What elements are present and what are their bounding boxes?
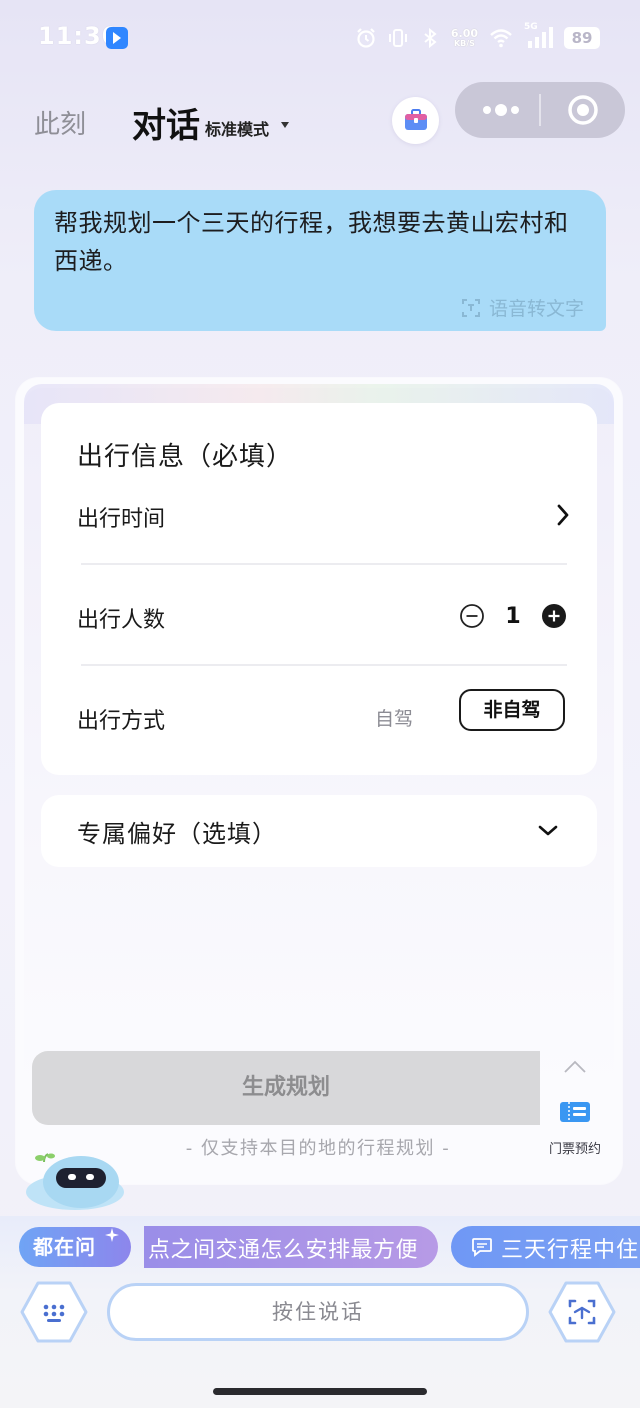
app-header: 此刻 对话 标准模式 — [0, 76, 640, 172]
alarm-icon — [357, 28, 375, 48]
home-indicator[interactable] — [213, 1388, 427, 1395]
wifi-icon — [490, 29, 512, 48]
close-target-icon[interactable] — [567, 94, 599, 126]
suggested-question-text: 点之间交通怎么安排最方便 — [148, 1238, 419, 1263]
vibrate-icon — [388, 29, 407, 47]
caret-down-icon[interactable] — [281, 122, 289, 128]
chat-bubble-icon — [472, 1238, 492, 1257]
network-speed-value: 6.00 — [450, 27, 478, 40]
traveler-count-stepper: 1 — [459, 598, 567, 634]
battery-indicator: 89 — [564, 27, 600, 49]
tab-now[interactable]: 此刻 — [34, 104, 86, 141]
network-speed: 6.00 KB/S — [451, 28, 478, 48]
traveler-count-value: 1 — [505, 603, 521, 629]
suggested-trip-chip[interactable]: 三天行程中住 — [451, 1226, 640, 1268]
toolbox-icon — [405, 109, 427, 130]
capsule-divider — [539, 94, 541, 126]
travel-time-label: 出行时间 — [77, 507, 166, 532]
mode-option-non-self-drive[interactable]: 非自驾 — [459, 689, 565, 731]
scan-icon[interactable] — [548, 1280, 616, 1344]
minus-icon[interactable] — [459, 603, 485, 629]
sparkle-icon — [105, 1228, 119, 1242]
status-icons: 6.00 KB/S 5G 89 — [355, 22, 600, 52]
app-notification-icon — [106, 27, 128, 49]
chevron-up-icon[interactable] — [563, 1059, 587, 1075]
divider — [81, 664, 567, 666]
suggested-question-chip[interactable]: 点之间交通怎么安排最方便 — [144, 1226, 438, 1268]
status-bar: 11:30 6.00 KB/S 5G 89 — [0, 0, 640, 76]
trip-info-panel: 出行信息（必填） 出行时间 出行人数 1 出行方式 自驾 非自驾 — [41, 403, 597, 775]
voice-to-text-icon — [461, 298, 480, 317]
bluetooth-icon — [424, 27, 437, 49]
travel-mode-row: 出行方式 自驾 非自驾 — [77, 689, 567, 737]
plus-icon[interactable] — [541, 603, 567, 629]
more-options-icon[interactable] — [479, 99, 523, 121]
chevron-down-icon — [538, 825, 558, 836]
robot-mascot-icon[interactable] — [24, 1152, 126, 1210]
user-message-text: 帮我规划一个三天的行程，我想要去黄山宏村和西递。 — [54, 209, 569, 275]
chevron-right-icon — [557, 504, 569, 526]
hold-to-talk-button[interactable]: 按住说话 — [107, 1283, 529, 1341]
ticket-icon[interactable] — [560, 1101, 590, 1123]
suggested-trip-text: 三天行程中住 — [501, 1238, 640, 1263]
preference-title: 专属偏好（选填） — [77, 820, 277, 848]
travel-mode-label: 出行方式 — [77, 709, 166, 734]
cell-signal-icon: 5G — [524, 22, 554, 50]
keyboard-icon[interactable] — [20, 1280, 88, 1344]
everyone-asking-label: 都在问 — [33, 1235, 96, 1259]
tab-chat[interactable]: 对话 — [132, 98, 200, 147]
user-message-bubble: 帮我规划一个三天的行程，我想要去黄山宏村和西递。 语音转文字 — [34, 190, 606, 331]
traveler-count-label: 出行人数 — [77, 608, 166, 633]
voice-to-text-label: 语音转文字 — [488, 298, 584, 320]
mode-selector[interactable]: 标准模式 — [205, 116, 269, 140]
divider — [81, 563, 567, 565]
preference-panel[interactable]: 专属偏好（选填） — [41, 795, 597, 867]
traveler-count-row: 出行人数 1 — [77, 596, 567, 636]
voice-to-text-button[interactable]: 语音转文字 — [461, 294, 584, 321]
toolbox-button[interactable] — [392, 97, 439, 144]
network-speed-unit: KB/S — [453, 39, 475, 48]
generate-plan-button[interactable]: 生成规划 — [32, 1051, 540, 1125]
mode-option-self-drive[interactable]: 自驾 — [375, 704, 413, 731]
travel-time-row[interactable]: 出行时间 — [77, 495, 569, 535]
mini-program-capsule — [455, 82, 625, 138]
trip-info-title: 出行信息（必填） — [77, 442, 294, 472]
